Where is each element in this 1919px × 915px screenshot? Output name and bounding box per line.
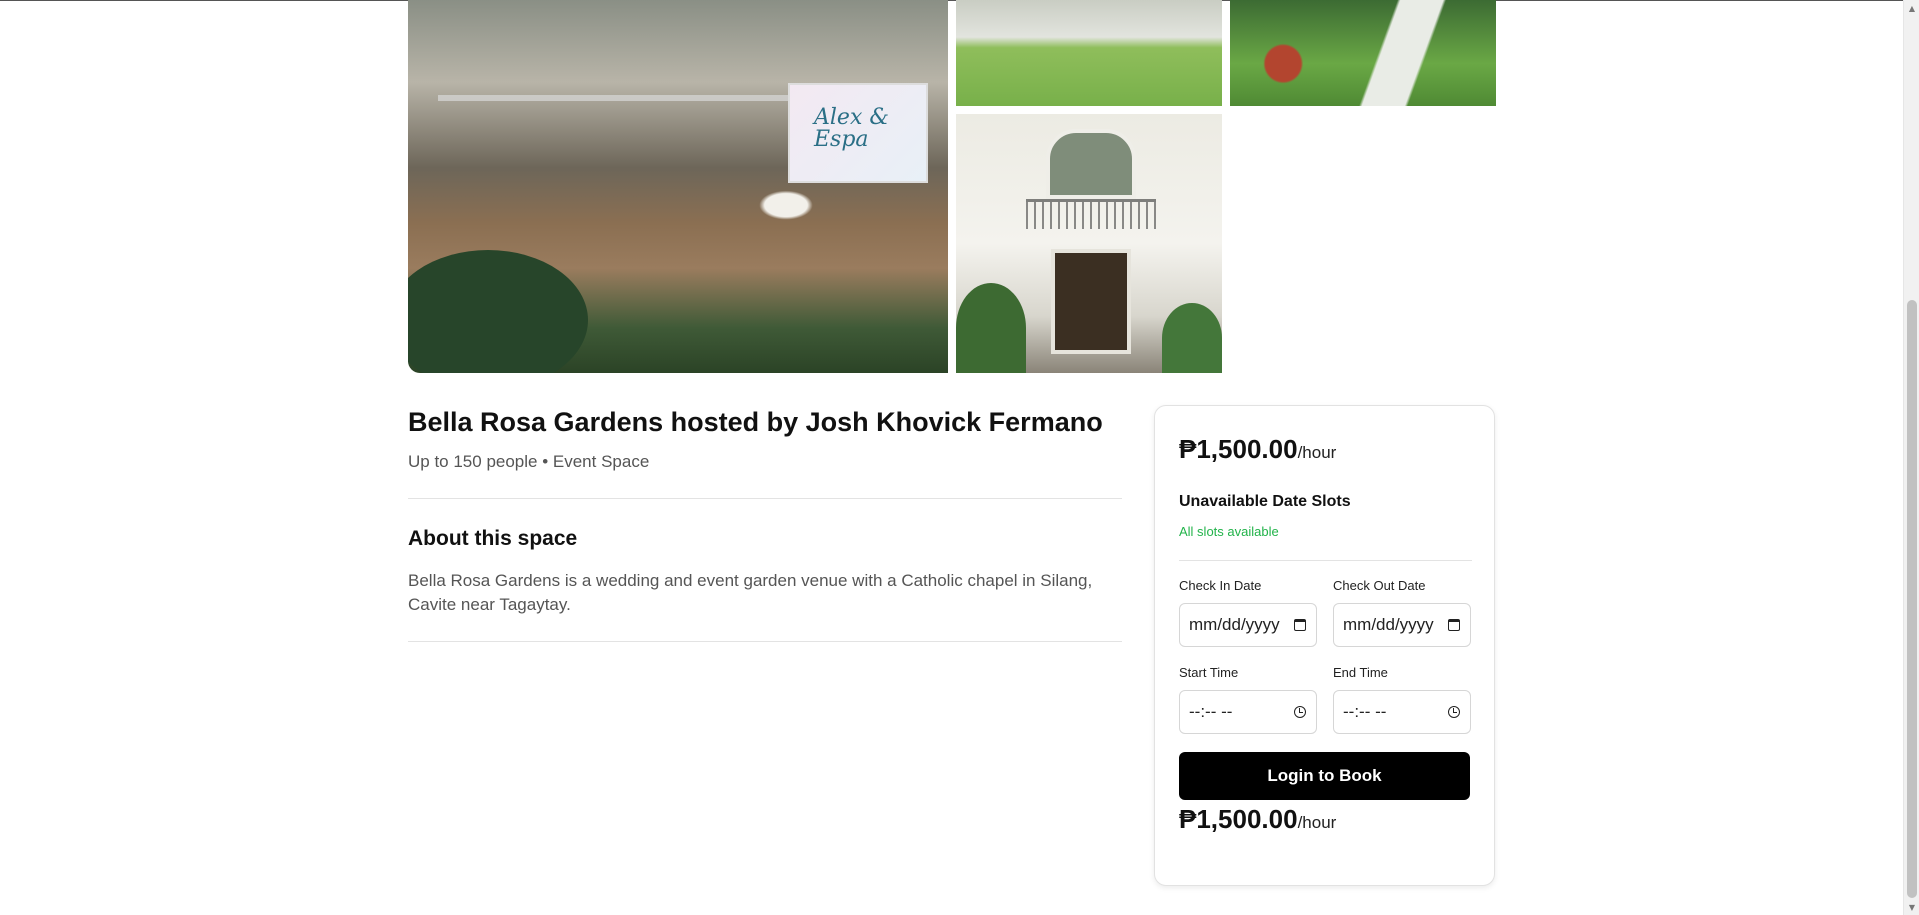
gallery-photo-ceremony-chairs[interactable] [956,0,1222,106]
clock-icon[interactable] [1447,705,1461,719]
scroll-down-icon[interactable]: ▼ [1904,899,1919,915]
section-divider [408,641,1122,642]
price-header: ₱1,500.00 /hour [1179,434,1336,465]
shrub-right [1162,303,1222,373]
arched-window [1046,129,1136,199]
gallery-photo-garden-path[interactable] [1230,0,1496,106]
about-heading: About this space [408,527,578,550]
balcony-railing [1026,199,1156,229]
check-in-date-input[interactable]: mm/dd/yyyy [1179,603,1317,647]
check-out-date-input[interactable]: mm/dd/yyyy [1333,603,1471,647]
scrollbar-thumb[interactable] [1907,300,1917,898]
footer-price-unit: /hour [1297,813,1337,832]
price-footer: ₱1,500.00 /hour [1179,804,1336,835]
check-out-label: Check Out Date [1333,578,1426,593]
card-divider [1179,560,1472,561]
couple-banner: Alex & Espa [788,83,928,183]
check-in-placeholder: mm/dd/yyyy [1189,615,1280,634]
scroll-up-icon[interactable]: ▲ [1904,0,1919,16]
slots-status: All slots available [1179,524,1279,539]
check-out-placeholder: mm/dd/yyyy [1343,615,1434,634]
unavailable-slots-heading: Unavailable Date Slots [1179,493,1351,510]
section-divider [408,498,1122,499]
start-time-input[interactable]: --:-- -- [1179,690,1317,734]
calendar-icon[interactable] [1293,618,1307,632]
login-to-book-button[interactable]: Login to Book [1179,752,1470,800]
end-time-label: End Time [1333,665,1388,680]
footer-price-amount: ₱1,500.00 [1179,804,1298,834]
banner-text: Alex & Espa [814,105,889,152]
about-text: Bella Rosa Gardens is a wedding and even… [408,571,1093,614]
entrance-door [1051,249,1131,354]
end-time-placeholder: --:-- -- [1343,702,1387,721]
calendar-icon[interactable] [1447,618,1461,632]
booking-card: ₱1,500.00 /hour Unavailable Date Slots A… [1154,405,1495,886]
listing-subtitle: Up to 150 people • Event Space [408,452,650,471]
listing-title: Bella Rosa Gardens hosted by Josh Khovic… [408,407,1103,437]
foliage-decor [408,250,588,373]
price-unit: /hour [1297,443,1337,462]
price-amount: ₱1,500.00 [1179,434,1298,464]
top-edge [0,0,1903,1]
start-time-placeholder: --:-- -- [1189,702,1233,721]
shrub-left [956,283,1026,373]
clock-icon[interactable] [1293,705,1307,719]
gallery-photo-reception[interactable]: Alex & Espa [408,0,948,373]
end-time-input[interactable]: --:-- -- [1333,690,1471,734]
vertical-scrollbar[interactable]: ▲ ▼ [1903,0,1919,915]
gallery-photo-chapel-entrance[interactable] [956,114,1222,373]
check-in-label: Check In Date [1179,578,1262,593]
start-time-label: Start Time [1179,665,1239,680]
